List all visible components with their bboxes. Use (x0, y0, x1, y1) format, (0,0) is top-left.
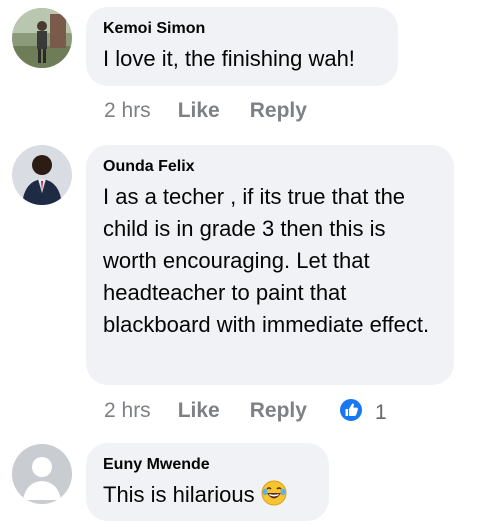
comment-text: I as a techer , if its true that the chi… (103, 184, 430, 337)
reaction-summary[interactable]: 1 (339, 398, 387, 427)
reaction-count: 1 (375, 400, 387, 424)
comment-time[interactable]: 2 hrs (104, 97, 151, 125)
comment-author[interactable]: Ounda Felix (103, 157, 438, 177)
like-button[interactable]: Like (178, 397, 220, 425)
comment-actions: 2 hrs Like Reply (104, 397, 307, 425)
comment-time[interactable]: 2 hrs (104, 397, 151, 425)
comment-bubble: Euny Mwende This is hilarious (86, 443, 329, 521)
comment-text: This is hilarious (103, 479, 313, 515)
laughing-tears-emoji-icon (261, 480, 287, 515)
like-reaction-icon (339, 398, 363, 427)
like-button[interactable]: Like (178, 97, 220, 125)
reply-button[interactable]: Reply (250, 397, 307, 425)
avatar[interactable] (12, 145, 72, 205)
comment-bubble: Ounda Felix I as a techer , if its true … (86, 145, 454, 385)
comment-text-value: This is hilarious (103, 482, 255, 507)
reply-button[interactable]: Reply (250, 97, 307, 125)
avatar[interactable] (12, 8, 72, 68)
comment-author[interactable]: Kemoi Simon (103, 19, 382, 39)
avatar[interactable] (12, 444, 72, 504)
comment-author[interactable]: Euny Mwende (103, 455, 313, 475)
comment-bubble: Kemoi Simon I love it, the finishing wah… (86, 7, 398, 86)
comment-actions: 2 hrs Like Reply (104, 97, 307, 125)
comment-text: I love it, the finishing wah! (103, 46, 355, 71)
